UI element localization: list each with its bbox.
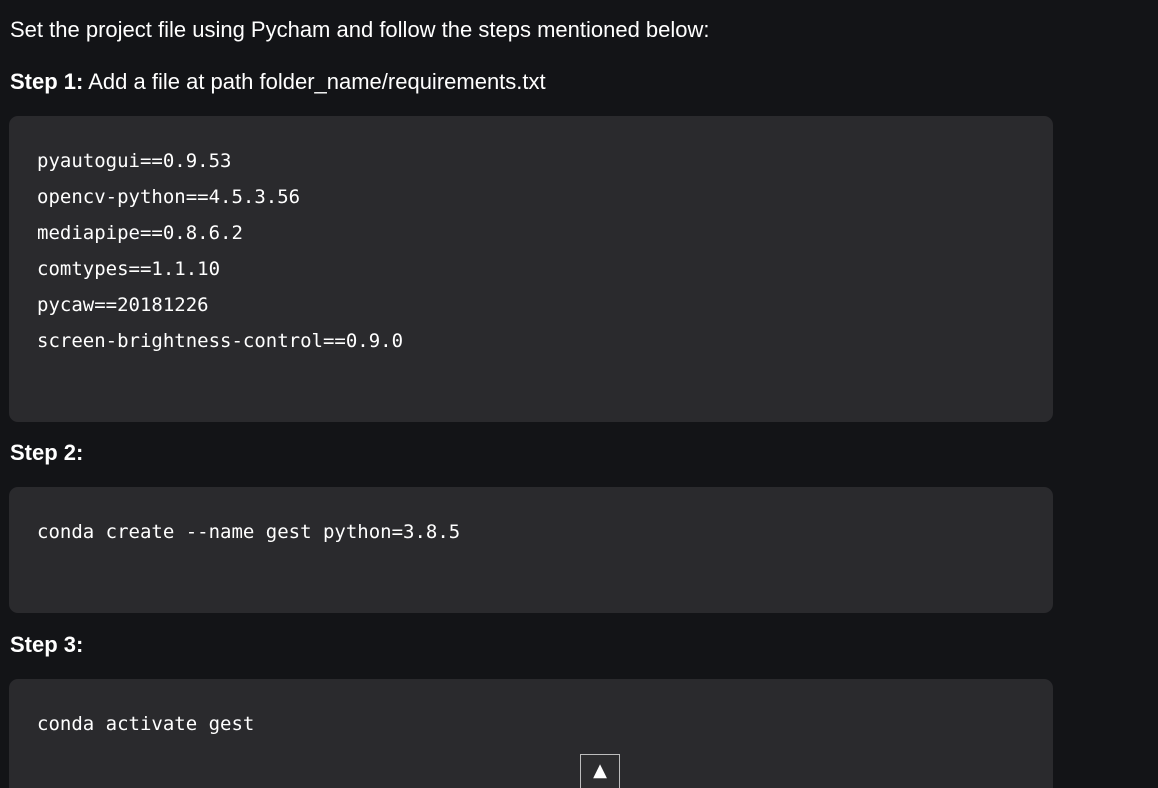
code-line: conda create --name gest python=3.8.5 [37, 521, 461, 543]
code-block-step-2: conda create --name gest python=3.8.5 [9, 487, 1053, 613]
code-line: pycaw==20181226 [37, 294, 209, 316]
code-line: pyautogui==0.9.53 [37, 150, 232, 172]
step-1-text: Add a file at path folder_name/requireme… [83, 69, 546, 94]
intro-text: Set the project file using Pycham and fo… [10, 17, 710, 42]
arrow-up-icon: ▲ [593, 760, 607, 781]
step-3-heading: Step 3: [10, 631, 83, 659]
code-block-step-1: pyautogui==0.9.53 opencv-python==4.5.3.5… [9, 116, 1053, 422]
code-line: comtypes==1.1.10 [37, 258, 221, 280]
code-line: conda activate gest [37, 713, 255, 735]
scroll-to-top-button[interactable]: ▲ [580, 754, 620, 788]
step-1-label: Step 1: [10, 69, 84, 94]
step-3-label: Step 3: [10, 632, 84, 657]
code-line: opencv-python==4.5.3.56 [37, 186, 301, 208]
code-block-step-3: conda activate gest [9, 679, 1053, 788]
step-1-heading: Step 1: Add a file at path folder_name/r… [10, 68, 546, 96]
step-2-label: Step 2: [10, 440, 84, 465]
code-line: mediapipe==0.8.6.2 [37, 222, 243, 244]
code-line: screen-brightness-control==0.9.0 [37, 330, 404, 352]
step-2-heading: Step 2: [10, 439, 83, 467]
